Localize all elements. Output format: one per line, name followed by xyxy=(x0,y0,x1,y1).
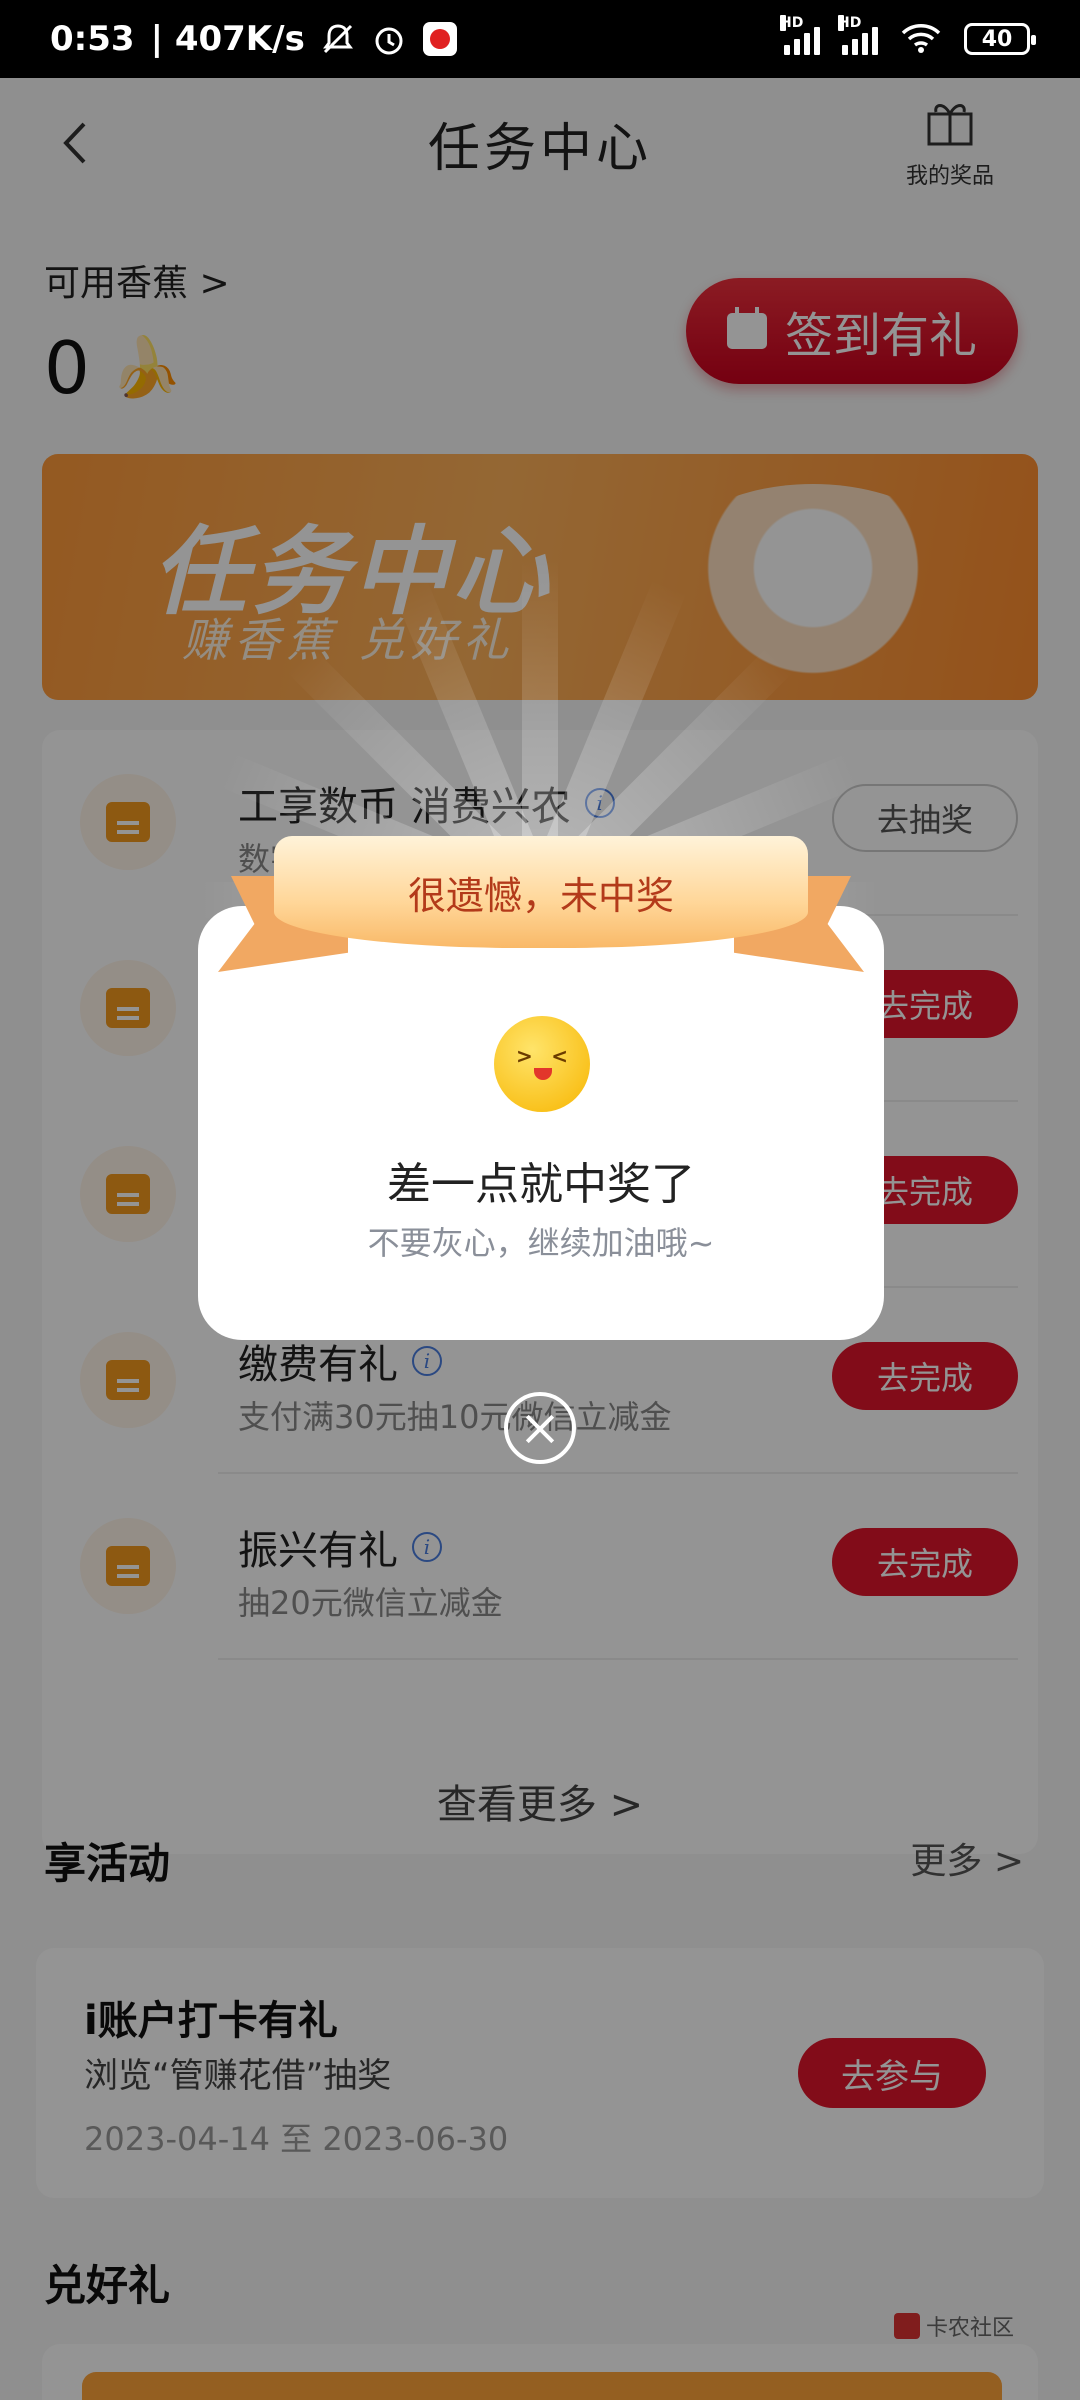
squint-face-icon: > < xyxy=(494,1016,590,1112)
signal-2-icon: HD xyxy=(838,15,878,55)
status-time: 0:53 xyxy=(50,19,135,59)
wifi-icon xyxy=(900,23,942,55)
dialog-title: 差一点就中奖了 xyxy=(387,1159,695,1210)
mute-bell-icon xyxy=(321,22,355,56)
alarm-icon xyxy=(371,21,407,57)
battery-indicator: 40 xyxy=(964,23,1036,55)
dialog-subtitle: 不要灰心，继续加油哦~ xyxy=(367,1224,715,1262)
bank-app-icon xyxy=(422,22,457,56)
close-icon[interactable] xyxy=(504,1392,576,1464)
result-ribbon: 很遗憾，未中奖 xyxy=(218,836,864,972)
status-bar: 0:53 | 407K/s HD HD 40 xyxy=(0,0,1080,78)
ribbon-text: 很遗憾，未中奖 xyxy=(274,836,808,948)
status-speed: | 407K/s xyxy=(150,19,305,59)
signal-1-icon: HD xyxy=(780,15,820,55)
